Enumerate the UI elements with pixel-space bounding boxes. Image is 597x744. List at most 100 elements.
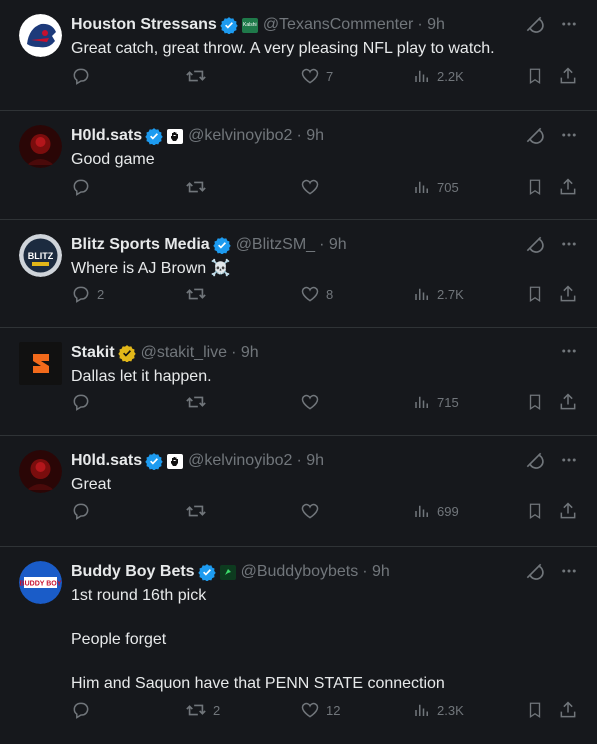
retweet-button[interactable] bbox=[185, 283, 213, 305]
display-name[interactable]: Stakit bbox=[71, 344, 115, 362]
bookmark-button[interactable] bbox=[526, 392, 544, 412]
display-name[interactable]: H0ld.sats bbox=[71, 452, 142, 470]
views-icon bbox=[413, 178, 431, 196]
avatar[interactable] bbox=[19, 450, 62, 493]
views-button[interactable]: 2.7K bbox=[413, 285, 464, 303]
like-icon bbox=[300, 284, 320, 304]
like-button[interactable] bbox=[300, 177, 326, 197]
like-button[interactable]: 8 bbox=[300, 284, 333, 304]
share-icon bbox=[558, 392, 578, 412]
retweet-icon bbox=[185, 65, 207, 87]
share-button[interactable] bbox=[558, 501, 578, 521]
timestamp[interactable]: · 9h bbox=[319, 236, 347, 254]
more-icon[interactable] bbox=[560, 126, 578, 149]
affiliate-badge[interactable]: Kalshi bbox=[241, 17, 258, 33]
views-button[interactable]: 2.2K bbox=[413, 67, 464, 85]
avatar[interactable]: BUDDY BOY bbox=[19, 561, 62, 604]
like-button[interactable] bbox=[300, 501, 326, 521]
grok-icon[interactable] bbox=[524, 14, 544, 39]
reply-button[interactable] bbox=[71, 501, 97, 521]
tweet[interactable]: H0ld.sats @kelvinoyibo2 · 9h Good game 7… bbox=[0, 111, 597, 220]
reply-icon bbox=[71, 392, 91, 412]
share-button[interactable] bbox=[558, 66, 578, 86]
share-button[interactable] bbox=[558, 177, 578, 197]
retweet-button[interactable] bbox=[185, 500, 213, 522]
reply-button[interactable]: 2 bbox=[71, 284, 104, 304]
like-button[interactable]: 7 bbox=[300, 66, 333, 86]
grok-icon[interactable] bbox=[524, 561, 544, 586]
timeline: Houston Stressans Kalshi @TexansCommente… bbox=[0, 0, 597, 744]
retweet-icon bbox=[185, 391, 207, 413]
tweet[interactable]: BLITZ Blitz Sports Media @BlitzSM_ · 9h … bbox=[0, 220, 597, 328]
views-button[interactable]: 2.3K bbox=[413, 701, 464, 719]
more-icon[interactable] bbox=[560, 15, 578, 38]
avatar[interactable] bbox=[19, 14, 62, 57]
like-button[interactable]: 12 bbox=[300, 700, 340, 720]
more-icon[interactable] bbox=[560, 562, 578, 585]
hand-badge-icon[interactable] bbox=[167, 128, 184, 144]
share-button[interactable] bbox=[558, 284, 578, 304]
views-button[interactable]: 715 bbox=[413, 393, 459, 411]
handle[interactable]: @kelvinoyibo2 bbox=[188, 127, 292, 145]
retweet-button[interactable] bbox=[185, 65, 213, 87]
tweet[interactable]: BUDDY BOY Buddy Boy Bets @Buddyboybets ·… bbox=[0, 547, 597, 744]
display-name[interactable]: Houston Stressans bbox=[71, 16, 217, 34]
views-icon bbox=[413, 393, 431, 411]
reply-button[interactable] bbox=[71, 392, 97, 412]
display-name[interactable]: Blitz Sports Media bbox=[71, 236, 210, 254]
share-button[interactable] bbox=[558, 392, 578, 412]
reply-button[interactable] bbox=[71, 700, 97, 720]
grok-icon[interactable] bbox=[524, 125, 544, 150]
timestamp[interactable]: · 9h bbox=[362, 563, 390, 581]
timestamp[interactable]: · 9h bbox=[296, 452, 324, 470]
avatar[interactable]: BLITZ bbox=[19, 234, 62, 277]
reply-button[interactable] bbox=[71, 66, 97, 86]
avatar[interactable] bbox=[19, 125, 62, 168]
views-button[interactable]: 705 bbox=[413, 178, 459, 196]
share-icon bbox=[558, 177, 578, 197]
affiliate-badge-icon[interactable] bbox=[219, 564, 236, 580]
verified-badge-icon bbox=[197, 563, 216, 581]
share-icon bbox=[558, 66, 578, 86]
timestamp[interactable]: · 9h bbox=[417, 16, 445, 34]
retweet-button[interactable]: 2 bbox=[185, 699, 220, 721]
bookmark-button[interactable] bbox=[526, 177, 544, 197]
avatar[interactable] bbox=[19, 342, 62, 385]
tweet[interactable]: Houston Stressans Kalshi @TexansCommente… bbox=[0, 0, 597, 111]
tweet[interactable]: Stakit @stakit_live · 9h Dallas let it h… bbox=[0, 328, 597, 436]
view-count: 2.2K bbox=[437, 68, 464, 84]
more-icon[interactable] bbox=[560, 235, 578, 258]
grok-icon[interactable] bbox=[524, 234, 544, 259]
display-name[interactable]: H0ld.sats bbox=[71, 127, 142, 145]
hand-badge-icon[interactable] bbox=[167, 453, 184, 469]
view-count: 699 bbox=[437, 503, 459, 519]
handle[interactable]: @stakit_live bbox=[141, 344, 228, 362]
retweet-count: 2 bbox=[213, 702, 221, 718]
handle[interactable]: @kelvinoyibo2 bbox=[188, 452, 292, 470]
views-button[interactable]: 699 bbox=[413, 502, 459, 520]
reply-count: 2 bbox=[97, 286, 105, 302]
handle[interactable]: @Buddyboybets bbox=[241, 563, 359, 581]
display-name[interactable]: Buddy Boy Bets bbox=[71, 563, 195, 581]
bookmark-button[interactable] bbox=[526, 284, 544, 304]
more-icon[interactable] bbox=[560, 342, 578, 365]
tweet[interactable]: H0ld.sats @kelvinoyibo2 · 9h Great 699 bbox=[0, 436, 597, 547]
share-button[interactable] bbox=[558, 700, 578, 720]
like-icon bbox=[300, 177, 320, 197]
handle[interactable]: @BlitzSM_ bbox=[236, 236, 315, 254]
bookmark-icon bbox=[526, 177, 544, 197]
reply-button[interactable] bbox=[71, 177, 97, 197]
more-icon[interactable] bbox=[560, 451, 578, 474]
grok-icon[interactable] bbox=[524, 450, 544, 475]
timestamp[interactable]: · 9h bbox=[296, 127, 324, 145]
retweet-button[interactable] bbox=[185, 176, 213, 198]
bookmark-button[interactable] bbox=[526, 700, 544, 720]
retweet-button[interactable] bbox=[185, 391, 213, 413]
view-count: 705 bbox=[437, 179, 459, 195]
view-count: 2.7K bbox=[437, 286, 464, 302]
bookmark-button[interactable] bbox=[526, 66, 544, 86]
timestamp[interactable]: · 9h bbox=[231, 344, 259, 362]
like-button[interactable] bbox=[300, 392, 326, 412]
bookmark-button[interactable] bbox=[526, 501, 544, 521]
handle[interactable]: @TexansCommenter bbox=[263, 16, 414, 34]
